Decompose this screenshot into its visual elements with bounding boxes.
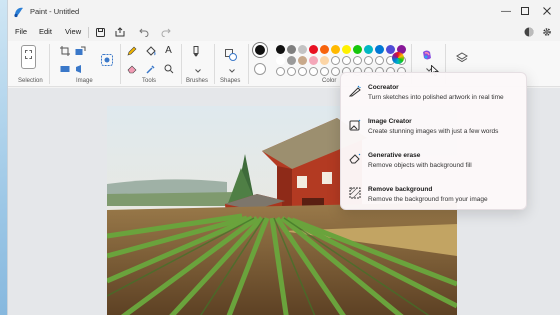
close-icon[interactable] <box>541 5 553 17</box>
secondary-color-swatch[interactable] <box>254 63 266 75</box>
copilot-menu: Cocreator Turn sketches into polished ar… <box>340 72 527 210</box>
eraser-icon[interactable] <box>126 63 137 74</box>
menu-file[interactable]: File <box>15 27 27 36</box>
shapes-icon[interactable] <box>224 48 237 61</box>
generative-erase-desc: Remove objects with background fill <box>368 162 472 169</box>
window-title: Paint - Untitled <box>30 7 80 16</box>
image-creator-icon <box>349 119 361 131</box>
text-tool-icon[interactable]: A <box>163 45 174 56</box>
menu-view[interactable]: View <box>65 27 81 36</box>
remove-background-title: Remove background <box>368 186 433 193</box>
menu-item-generative-erase[interactable]: Generative erase Remove objects with bac… <box>341 149 528 179</box>
menu-item-image-creator[interactable]: Image Creator Create stunning images wit… <box>341 115 528 145</box>
chevron-down-icon[interactable] <box>192 65 203 76</box>
menu-item-cocreator[interactable]: Cocreator Turn sketches into polished ar… <box>341 81 528 111</box>
copilot-icon[interactable] <box>420 48 433 61</box>
remove-background-icon <box>349 187 361 199</box>
ribbon-divider <box>181 44 182 84</box>
color-swatch[interactable] <box>364 45 373 54</box>
color-swatch[interactable] <box>342 45 351 54</box>
image-creator-desc: Create stunning images with just a few w… <box>368 128 499 135</box>
group-label-shapes: Shapes <box>220 78 241 84</box>
brush-icon[interactable] <box>190 45 202 59</box>
color-swatch[interactable] <box>353 45 362 54</box>
ribbon-divider <box>49 44 50 84</box>
menu-divider <box>88 27 89 38</box>
layers-icon[interactable] <box>455 51 468 64</box>
custom-color-slot[interactable] <box>287 67 296 76</box>
color-swatch[interactable] <box>364 56 373 65</box>
ribbon-divider <box>214 44 215 84</box>
menu-item-remove-background[interactable]: Remove background Remove the background … <box>341 183 528 213</box>
generative-erase-icon <box>349 153 361 164</box>
undo-icon[interactable] <box>138 26 150 38</box>
save-icon[interactable] <box>94 26 106 38</box>
color-swatch[interactable] <box>276 45 285 54</box>
remove-background-desc: Remove the background from your image <box>368 196 488 203</box>
generative-erase-title: Generative erase <box>368 152 421 159</box>
paint-window: Paint - Untitled — File Edit View Select… <box>7 0 560 315</box>
custom-color-slot[interactable] <box>331 67 340 76</box>
color-swatch[interactable] <box>298 56 307 65</box>
color-swatch[interactable] <box>298 45 307 54</box>
ribbon-divider <box>248 44 249 84</box>
redo-icon[interactable] <box>160 26 172 38</box>
color-swatch[interactable] <box>375 45 384 54</box>
cocreator-title: Cocreator <box>368 84 399 91</box>
maximize-icon[interactable] <box>519 5 531 17</box>
group-label-selection: Selection <box>18 78 43 84</box>
image-select-icon[interactable] <box>59 63 70 74</box>
color-swatch[interactable] <box>320 45 329 54</box>
custom-color-slot[interactable] <box>320 67 329 76</box>
pencil-icon[interactable] <box>126 45 137 56</box>
magnifier-icon[interactable] <box>163 63 174 74</box>
share-icon[interactable] <box>114 26 126 38</box>
color-swatch[interactable] <box>331 45 340 54</box>
color-swatch[interactable] <box>342 56 351 65</box>
custom-color-slot[interactable] <box>309 67 318 76</box>
group-label-color: Color <box>322 78 337 84</box>
color-swatch[interactable] <box>276 56 285 65</box>
account-icon[interactable] <box>523 26 535 38</box>
menu-edit[interactable]: Edit <box>39 27 52 36</box>
color-picker-icon[interactable] <box>145 63 156 74</box>
color-swatch[interactable] <box>375 56 384 65</box>
edit-colors-icon[interactable] <box>392 52 404 64</box>
settings-gear-icon[interactable] <box>541 26 553 38</box>
rotate-icon[interactable] <box>75 63 86 74</box>
selection-tool-icon[interactable] <box>21 45 36 69</box>
image-remove-bg-icon[interactable] <box>100 53 113 66</box>
color-swatch[interactable] <box>331 56 340 65</box>
color-swatch[interactable] <box>353 56 362 65</box>
group-label-tools: Tools <box>142 78 157 84</box>
color-swatch[interactable] <box>287 45 296 54</box>
title-bar: Paint - Untitled — <box>8 0 560 24</box>
group-label-brushes: Brushes <box>186 78 209 84</box>
minimize-icon[interactable]: — <box>500 5 512 17</box>
cocreator-desc: Turn sketches into polished artwork in r… <box>368 94 504 101</box>
resize-icon[interactable] <box>75 45 86 56</box>
menu-bar: File Edit View <box>8 24 560 42</box>
cocreator-icon <box>349 85 361 97</box>
color-swatch[interactable] <box>309 56 318 65</box>
crop-icon[interactable] <box>59 45 70 56</box>
custom-color-slot[interactable] <box>276 67 285 76</box>
chevron-down-icon[interactable] <box>226 65 237 76</box>
color-swatch[interactable] <box>320 56 329 65</box>
ribbon-divider <box>120 44 121 84</box>
fill-bucket-icon[interactable] <box>145 45 156 56</box>
primary-color-swatch[interactable] <box>253 43 267 57</box>
paint-app-icon <box>14 7 23 18</box>
group-label-image: Image <box>76 78 93 84</box>
color-swatch[interactable] <box>309 45 318 54</box>
custom-color-slot[interactable] <box>298 67 307 76</box>
color-swatch[interactable] <box>287 56 296 65</box>
image-creator-title: Image Creator <box>368 118 412 125</box>
